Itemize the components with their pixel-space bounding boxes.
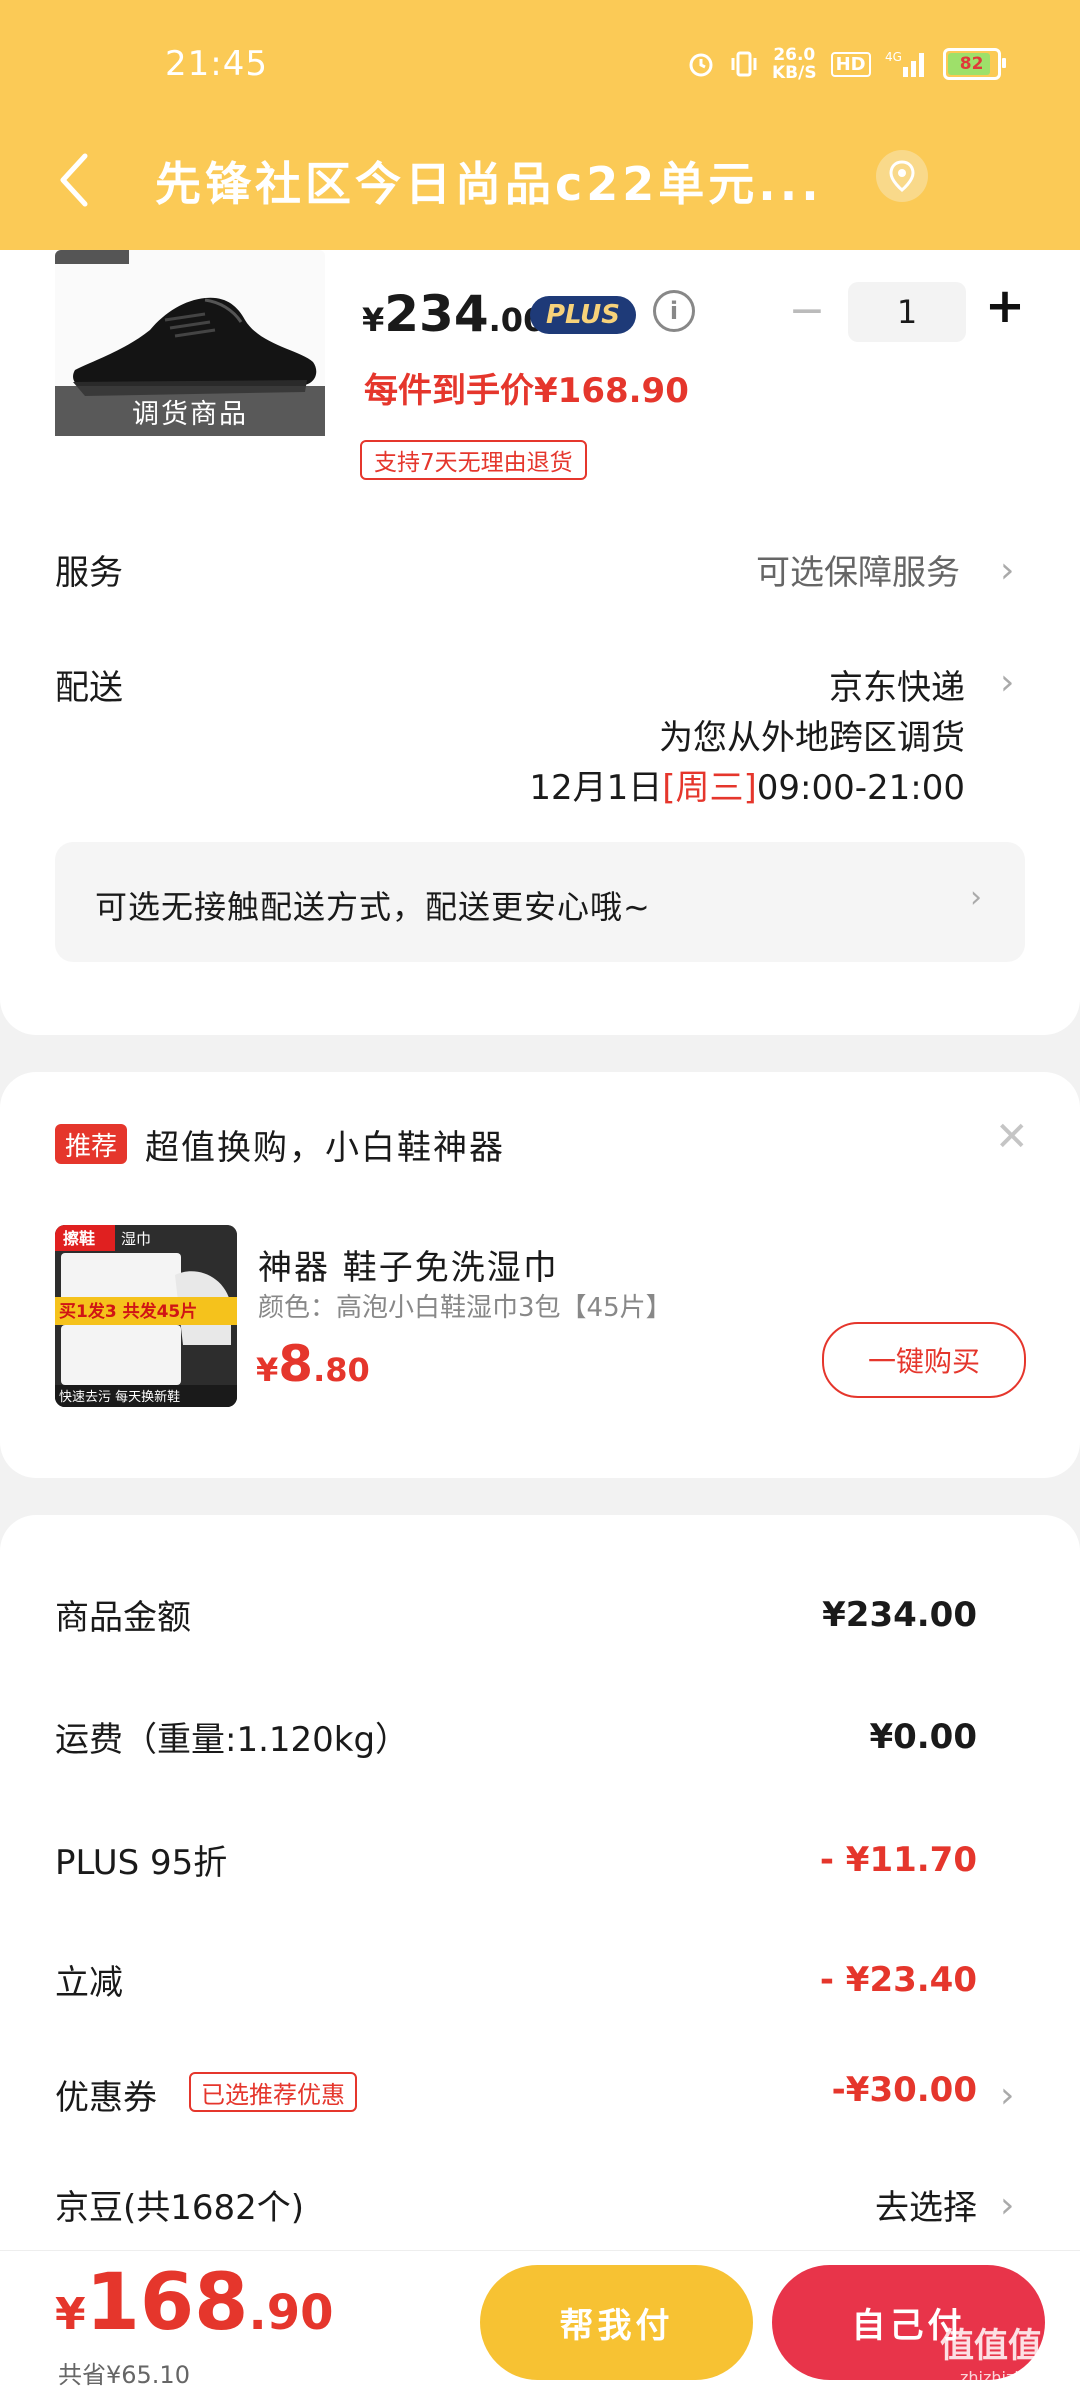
summary-label-shipping: 运费（重量:1.120kg） bbox=[55, 1720, 410, 1760]
total-price: ¥168.90 bbox=[55, 2258, 334, 2348]
recommend-item-name[interactable]: 神器 鞋子免洗湿巾 bbox=[258, 1240, 559, 1289]
transfer-goods-tag: 调货商品 bbox=[55, 386, 325, 436]
summary-value-instant-discount: - ¥23.40 bbox=[819, 1960, 977, 2000]
return-policy-badge: 支持7天无理由退货 bbox=[360, 440, 587, 480]
summary-value-coupon[interactable]: -¥30.00 bbox=[832, 2070, 977, 2110]
watermark: 值值值 bbox=[940, 2326, 1042, 2366]
hd-icon: HD bbox=[830, 51, 871, 77]
image-label: 快速去污 每天换新鞋 bbox=[59, 1389, 180, 1405]
summary-value-plus-discount: - ¥11.70 bbox=[819, 1840, 977, 1880]
recommend-badge: 推荐 bbox=[55, 1124, 127, 1164]
delivery-time: 12月1日[周三]09:00-21:00 bbox=[529, 768, 965, 808]
chevron-right-icon[interactable]: › bbox=[1000, 550, 1014, 591]
service-label: 服务 bbox=[55, 553, 123, 593]
watermark-url: zhizhizhi.com bbox=[960, 2368, 1069, 2387]
net-speed: 26.0 KB/S bbox=[772, 45, 817, 83]
image-label: 湿巾 bbox=[121, 1230, 151, 1248]
help-pay-button[interactable]: 帮我付 bbox=[480, 2265, 753, 2380]
summary-label-coupon: 优惠券 bbox=[55, 2078, 157, 2118]
plus-badge: PLUS bbox=[530, 296, 636, 334]
image-label: 擦鞋 bbox=[63, 1229, 95, 1248]
chevron-right-icon[interactable]: › bbox=[1000, 2185, 1014, 2226]
image-label: 买1发3 共发45片 bbox=[59, 1301, 197, 1322]
location-pin-icon bbox=[889, 160, 915, 192]
summary-value-goods: ¥234.00 bbox=[822, 1595, 977, 1635]
final-price: 每件到手价¥168.90 bbox=[364, 371, 689, 411]
summary-label-plus-discount: PLUS 95折 bbox=[55, 1843, 228, 1883]
chevron-right-icon[interactable]: › bbox=[1000, 2075, 1014, 2116]
service-value[interactable]: 可选保障服务 bbox=[756, 545, 960, 594]
delivery-carrier[interactable]: 京东快递 bbox=[829, 660, 965, 709]
chevron-right-icon[interactable]: › bbox=[1000, 662, 1014, 703]
info-icon[interactable]: i bbox=[653, 290, 695, 332]
contactless-delivery-text: 可选无接触配送方式，配送更安心哦~ bbox=[95, 888, 651, 926]
summary-value-shipping: ¥0.00 bbox=[869, 1717, 977, 1757]
wipes-image: 擦鞋 湿巾 买1发3 共发45片 快速去污 每天换新鞋 bbox=[55, 1225, 237, 1407]
product-price: ¥234.00 bbox=[362, 285, 546, 343]
coupon-tag: 已选推荐优惠 bbox=[189, 2072, 357, 2112]
recommend-item-price: ¥8.80 bbox=[256, 1335, 370, 1393]
total-saved: 共省¥65.10 bbox=[58, 2361, 190, 2389]
summary-label-instant-discount: 立减 bbox=[55, 1963, 123, 2003]
vibrate-icon bbox=[731, 51, 757, 77]
location-button[interactable] bbox=[876, 150, 928, 202]
summary-label-goods: 商品金额 bbox=[55, 1598, 191, 1638]
svg-text:4G: 4G bbox=[885, 50, 902, 64]
status-icons: 26.0 KB/S HD 4G 82 bbox=[686, 44, 1006, 84]
chevron-right-icon: › bbox=[970, 880, 982, 915]
delivery-label: 配送 bbox=[55, 668, 123, 708]
recommend-item-spec: 颜色：高泡小白鞋湿巾3包【45片】 bbox=[258, 1293, 672, 1323]
close-icon[interactable]: ✕ bbox=[995, 1114, 1029, 1160]
summary-value-jingdou[interactable]: 去选择 bbox=[875, 2180, 977, 2229]
quantity-decrease-button[interactable]: − bbox=[787, 285, 827, 336]
delivery-note: 为您从外地跨区调货 bbox=[659, 718, 965, 758]
back-button[interactable] bbox=[55, 150, 95, 210]
recommend-title: 超值换购，小白鞋神器 bbox=[145, 1128, 505, 1168]
page-title[interactable]: 先锋社区今日尚品c22单元... bbox=[155, 148, 823, 214]
battery-icon: 82 bbox=[942, 48, 1006, 80]
status-time: 21:45 bbox=[165, 44, 268, 84]
summary-label-jingdou: 京豆(共1682个) bbox=[55, 2188, 305, 2228]
one-click-buy-button[interactable]: 一键购买 bbox=[822, 1322, 1026, 1398]
quantity-increase-button[interactable]: + bbox=[983, 278, 1027, 334]
chevron-left-icon bbox=[60, 153, 88, 207]
recommend-item-image[interactable]: 擦鞋 湿巾 买1发3 共发45片 快速去污 每天换新鞋 bbox=[55, 1225, 237, 1407]
quantity-input[interactable]: 1 bbox=[848, 282, 966, 342]
alarm-icon bbox=[689, 53, 713, 77]
signal-icon: 4G bbox=[885, 50, 924, 77]
